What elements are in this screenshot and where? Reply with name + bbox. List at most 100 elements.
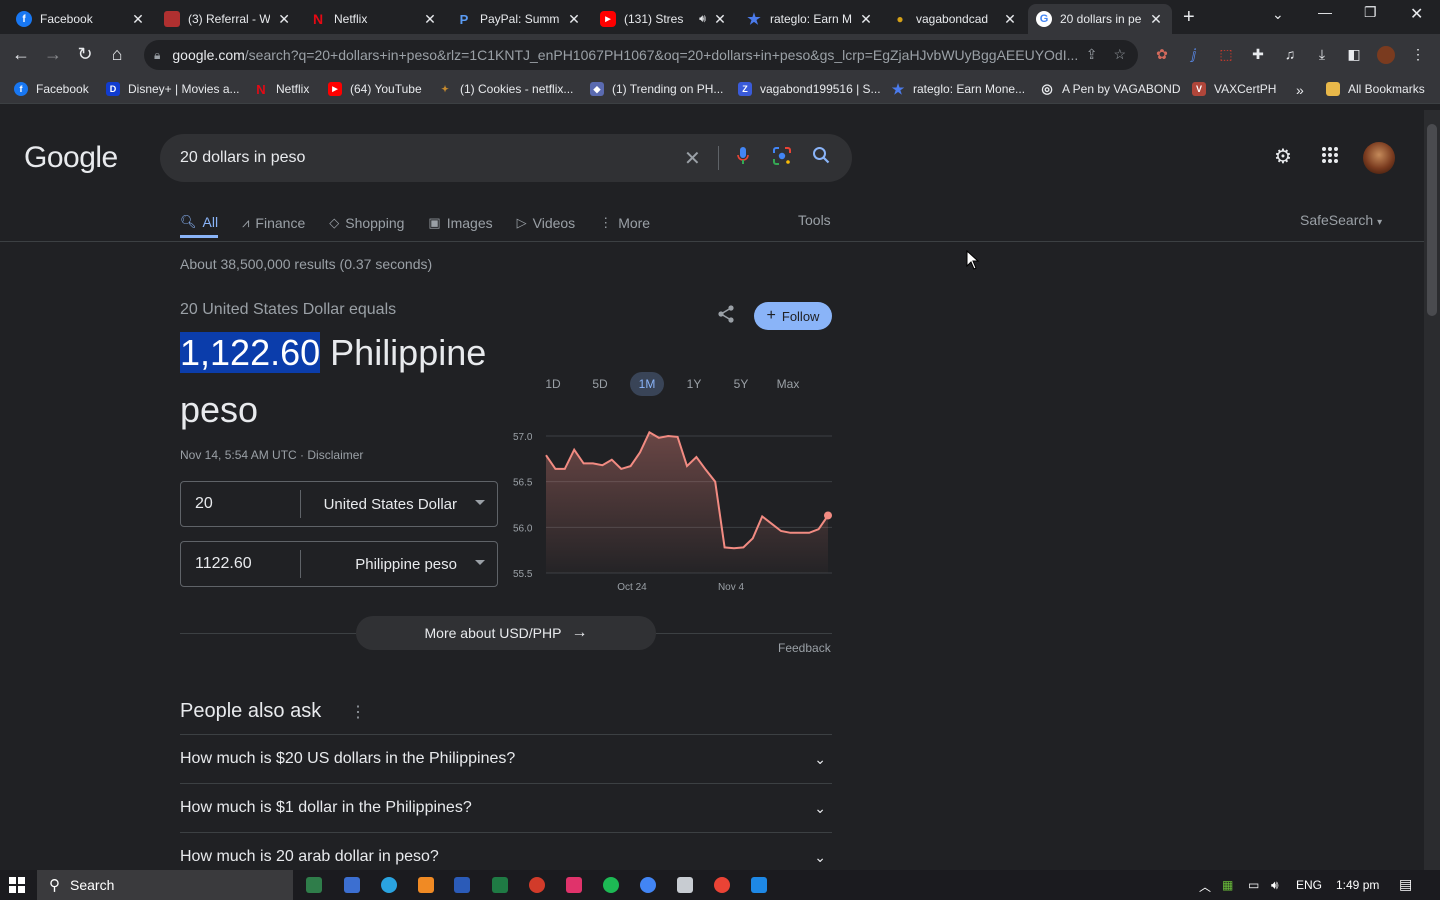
media-control-icon[interactable]: ♫ bbox=[1281, 46, 1299, 64]
apps-grid-icon[interactable] bbox=[1321, 146, 1339, 169]
all-bookmarks[interactable]: All Bookmarks bbox=[1326, 82, 1425, 96]
chevron-down-icon[interactable] bbox=[475, 500, 485, 505]
browser-tab-referral[interactable]: (3) Referral - W ✕ bbox=[156, 4, 300, 34]
volume-icon[interactable]: 🔊︎ bbox=[1271, 878, 1279, 893]
network-icon[interactable]: ▭ bbox=[1248, 878, 1259, 892]
lock-icon[interactable]: 🔒︎ bbox=[154, 48, 160, 63]
browser-tab-youtube[interactable]: ▶ (131) Stres 🔊︎ ✕ bbox=[592, 4, 736, 34]
paa-question[interactable]: How much is $1 dollar in the Philippines… bbox=[180, 783, 832, 832]
search-icon[interactable] bbox=[812, 146, 830, 169]
bookmark-facebook[interactable]: f Facebook bbox=[14, 82, 89, 96]
browser-tab-vagabond[interactable]: ● vagabondcad ✕ bbox=[884, 4, 1026, 34]
range-1d[interactable]: 1D bbox=[536, 372, 570, 396]
taskbar-search[interactable]: ⚲ Search bbox=[37, 870, 293, 900]
share-icon[interactable]: ⇪ bbox=[1086, 46, 1098, 63]
forward-button[interactable]: → bbox=[42, 44, 64, 65]
close-icon[interactable]: ✕ bbox=[1002, 11, 1018, 28]
close-icon[interactable]: ✕ bbox=[858, 11, 874, 28]
range-1m[interactable]: 1M bbox=[630, 372, 664, 396]
scrollbar-thumb[interactable] bbox=[1427, 124, 1437, 316]
chevron-up-icon[interactable]: ︿ bbox=[1199, 878, 1211, 895]
window-close-button[interactable]: ✕ bbox=[1410, 4, 1423, 24]
new-tab-button[interactable]: + bbox=[1183, 6, 1195, 29]
tools-button[interactable]: Tools bbox=[798, 212, 831, 228]
extension-pdf-icon[interactable]: ⬚ bbox=[1217, 46, 1235, 64]
search-box[interactable]: ✕ bbox=[160, 134, 852, 182]
browser-tab-facebook[interactable]: f Facebook ✕ bbox=[8, 4, 154, 34]
calendar-icon[interactable] bbox=[344, 877, 360, 893]
disclaimer-link[interactable]: Disclaimer bbox=[307, 448, 363, 462]
account-avatar[interactable] bbox=[1363, 142, 1395, 174]
tab-all[interactable]: 🔍︎ All bbox=[180, 208, 219, 238]
taskbar-app-icon[interactable] bbox=[306, 877, 322, 893]
download-icon[interactable]: ⤓ bbox=[1313, 46, 1331, 64]
paa-question[interactable]: How much is 20 arab dollar in peso? ⌄ bbox=[180, 832, 832, 870]
bookmark-cookies[interactable]: ✦ (1) Cookies - netflix... bbox=[438, 82, 573, 96]
clock[interactable]: 1:49 pm bbox=[1336, 878, 1379, 892]
extension-translate-icon[interactable]: ⅉ bbox=[1185, 46, 1203, 64]
close-icon[interactable]: ✕ bbox=[130, 11, 146, 28]
word-icon[interactable] bbox=[454, 877, 470, 893]
back-button[interactable]: ← bbox=[10, 44, 32, 65]
address-bar[interactable]: 🔒︎ google.com /search?q=20+dollars+in+pe… bbox=[144, 40, 1138, 70]
feedback-link[interactable]: Feedback bbox=[778, 641, 831, 655]
to-amount-input[interactable]: 1122.60 bbox=[181, 550, 301, 578]
close-icon[interactable]: ✕ bbox=[712, 11, 728, 28]
browser-tab-netflix[interactable]: N Netflix ✕ bbox=[302, 4, 446, 34]
chevron-down-icon[interactable] bbox=[475, 560, 485, 565]
range-max[interactable]: Max bbox=[771, 372, 805, 396]
from-currency-select[interactable]: United States Dollar bbox=[301, 496, 497, 513]
to-currency-select[interactable]: Philippine peso bbox=[301, 556, 497, 573]
tab-shopping[interactable]: ◇ Shopping bbox=[329, 208, 404, 238]
close-icon[interactable]: ✕ bbox=[1148, 11, 1164, 28]
close-icon[interactable]: ✕ bbox=[566, 11, 582, 28]
chrome-icon[interactable] bbox=[640, 877, 656, 893]
chrome-icon[interactable] bbox=[714, 877, 730, 893]
clear-icon[interactable]: ✕ bbox=[684, 146, 701, 171]
minimize-button[interactable]: — bbox=[1318, 4, 1332, 20]
google-lens-icon[interactable] bbox=[772, 146, 792, 171]
google-logo[interactable]: Google bbox=[24, 141, 118, 175]
bookmark-star-icon[interactable]: ☆ bbox=[1113, 46, 1126, 63]
tab-finance[interactable]: ⩘ Finance bbox=[242, 208, 305, 238]
more-vert-icon[interactable]: ⋮ bbox=[350, 702, 366, 722]
chrome-menu-icon[interactable]: ⋮ bbox=[1409, 46, 1427, 64]
browser-tab-google-active[interactable]: G 20 dollars in pe ✕ bbox=[1028, 4, 1172, 34]
bookmark-vagabond[interactable]: Zvagabond199516 | S... bbox=[738, 82, 881, 96]
tab-more[interactable]: ⋮ More bbox=[599, 208, 650, 238]
notepad-icon[interactable] bbox=[677, 877, 693, 893]
close-icon[interactable]: ✕ bbox=[276, 11, 292, 28]
range-5d[interactable]: 5D bbox=[583, 372, 617, 396]
tab-videos[interactable]: ▷ Videos bbox=[517, 208, 576, 238]
bookmarks-overflow-button[interactable]: » bbox=[1296, 82, 1304, 98]
browser-tab-rateglo[interactable]: ★ rateglo: Earn M ✕ bbox=[738, 4, 882, 34]
excel-icon[interactable] bbox=[492, 877, 508, 893]
extensions-puzzle-icon[interactable]: ✚ bbox=[1249, 46, 1267, 64]
tab-search-icon[interactable]: ⌄ bbox=[1272, 6, 1284, 23]
profile-avatar-icon[interactable] bbox=[1377, 46, 1395, 64]
bookmark-youtube[interactable]: ▶ (64) YouTube bbox=[328, 82, 422, 96]
bookmark-trending[interactable]: ◆ (1) Trending on PH... bbox=[590, 82, 723, 96]
taskbar-app-icon[interactable] bbox=[566, 877, 582, 893]
language-indicator[interactable]: ENG bbox=[1296, 878, 1322, 892]
extension-cookie-icon[interactable]: ✿ bbox=[1153, 46, 1171, 64]
taskbar-app-icon[interactable] bbox=[751, 877, 767, 893]
range-5y[interactable]: 5Y bbox=[724, 372, 758, 396]
bookmark-disney[interactable]: D Disney+ | Movies a... bbox=[106, 82, 240, 96]
paa-question[interactable]: How much is $20 US dollars in the Philip… bbox=[180, 734, 832, 783]
restore-button[interactable]: ❐ bbox=[1364, 4, 1377, 21]
microphone-icon[interactable] bbox=[736, 146, 750, 171]
tray-app-icon[interactable]: ▦ bbox=[1222, 878, 1233, 892]
exchange-rate-chart[interactable]: 57.0 56.5 56.0 55.5 Oct 24 Nov 4 bbox=[506, 422, 836, 592]
bookmark-vaxcert[interactable]: V VAXCertPH bbox=[1192, 82, 1276, 96]
settings-gear-icon[interactable]: ⚙︎ bbox=[1274, 144, 1292, 169]
taskbar-app-icon[interactable] bbox=[529, 877, 545, 893]
tab-images[interactable]: ▣ Images bbox=[428, 208, 492, 238]
bookmark-netflix[interactable]: N Netflix bbox=[254, 82, 309, 97]
notifications-icon[interactable]: ▤ bbox=[1399, 876, 1412, 893]
reload-button[interactable]: ↻ bbox=[74, 44, 96, 65]
vlc-icon[interactable] bbox=[418, 877, 434, 893]
follow-button[interactable]: + Follow bbox=[754, 302, 832, 330]
spotify-icon[interactable] bbox=[603, 877, 619, 893]
bookmark-rateglo[interactable]: ★ rateglo: Earn Mone... bbox=[891, 81, 1025, 97]
